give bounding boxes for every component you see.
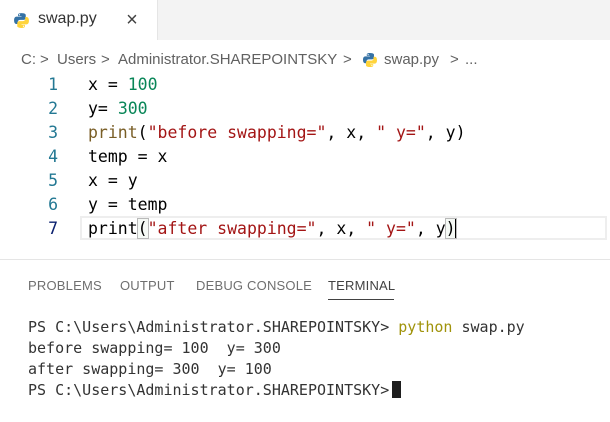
- terminal-cursor: [392, 381, 402, 398]
- code-line[interactable]: 1 x = 100: [0, 73, 610, 97]
- breadcrumb-user-folder[interactable]: Administrator.SHAREPOINTSKY: [118, 51, 337, 68]
- code-text[interactable]: x = y: [88, 171, 138, 190]
- code-line[interactable]: 4 temp = x: [0, 145, 610, 169]
- code-line[interactable]: 6 y = temp: [0, 193, 610, 217]
- line-number: 1: [48, 75, 58, 94]
- text-cursor: [454, 219, 457, 238]
- code-line[interactable]: 3 print("before swapping=", x, " y=", y): [0, 121, 610, 145]
- line-number: 2: [48, 99, 58, 118]
- terminal-line[interactable]: PS C:\Users\Administrator.SHAREPOINTSKY>: [28, 381, 525, 402]
- terminal-output-line: after swapping= 300 y= 100: [28, 360, 272, 378]
- code-text[interactable]: x = 100: [88, 75, 158, 94]
- breadcrumb-symbols[interactable]: ...: [465, 51, 478, 68]
- code-text[interactable]: print("after swapping=", x, " y=", y): [88, 218, 457, 239]
- breadcrumb: C: > Users > Administrator.SHAREPOINTSKY…: [0, 40, 610, 73]
- code-editor[interactable]: 1 x = 100 2 y= 300 3 print("before swapp…: [0, 73, 610, 243]
- code-text[interactable]: y= 300: [88, 99, 148, 118]
- tab-swap-py[interactable]: swap.py ×: [0, 0, 158, 40]
- tab-debug-console[interactable]: DEBUG CONSOLE: [196, 278, 312, 293]
- editor-tab-bar: swap.py ×: [0, 0, 610, 40]
- terminal-command-arg: swap.py: [461, 318, 525, 336]
- tab-output[interactable]: OUTPUT: [120, 278, 175, 293]
- code-line[interactable]: 5 x = y: [0, 169, 610, 193]
- python-file-icon: [363, 53, 377, 67]
- chevron-right-icon: >: [40, 51, 49, 68]
- terminal-output-line: before swapping= 100 y= 300: [28, 339, 281, 357]
- chevron-right-icon: >: [343, 51, 352, 68]
- panel-tab-bar: PROBLEMS OUTPUT DEBUG CONSOLE TERMINAL: [0, 260, 610, 300]
- close-icon[interactable]: ×: [121, 9, 143, 31]
- terminal-command: python: [398, 318, 453, 336]
- breadcrumb-users[interactable]: Users: [57, 51, 96, 68]
- tab-problems[interactable]: PROBLEMS: [28, 278, 102, 293]
- line-number: 3: [48, 123, 58, 142]
- terminal-prompt: PS C:\Users\Administrator.SHAREPOINTSKY>: [28, 381, 390, 399]
- terminal-line: PS C:\Users\Administrator.SHAREPOINTSKY>…: [28, 318, 525, 339]
- line-number: 4: [48, 147, 58, 166]
- line-number: 5: [48, 171, 58, 190]
- chevron-right-icon: >: [450, 51, 459, 68]
- active-tab-indicator: [328, 299, 394, 300]
- tab-terminal[interactable]: TERMINAL: [328, 278, 395, 293]
- code-text[interactable]: y = temp: [88, 195, 167, 214]
- chevron-right-icon: >: [101, 51, 110, 68]
- code-line-current[interactable]: 7 print("after swapping=", x, " y=", y): [0, 216, 610, 241]
- code-text[interactable]: temp = x: [88, 147, 167, 166]
- line-number: 6: [48, 195, 58, 214]
- code-text[interactable]: print("before swapping=", x, " y=", y): [88, 123, 466, 142]
- breadcrumb-file[interactable]: swap.py: [384, 51, 439, 68]
- breadcrumb-drive[interactable]: C:: [21, 51, 36, 68]
- terminal-prompt: PS C:\Users\Administrator.SHAREPOINTSKY>: [28, 318, 390, 336]
- code-line[interactable]: 2 y= 300: [0, 97, 610, 121]
- terminal[interactable]: PS C:\Users\Administrator.SHAREPOINTSKY>…: [28, 318, 525, 402]
- line-number: 7: [48, 219, 58, 238]
- tab-label: swap.py: [38, 10, 97, 27]
- python-file-icon: [14, 13, 29, 28]
